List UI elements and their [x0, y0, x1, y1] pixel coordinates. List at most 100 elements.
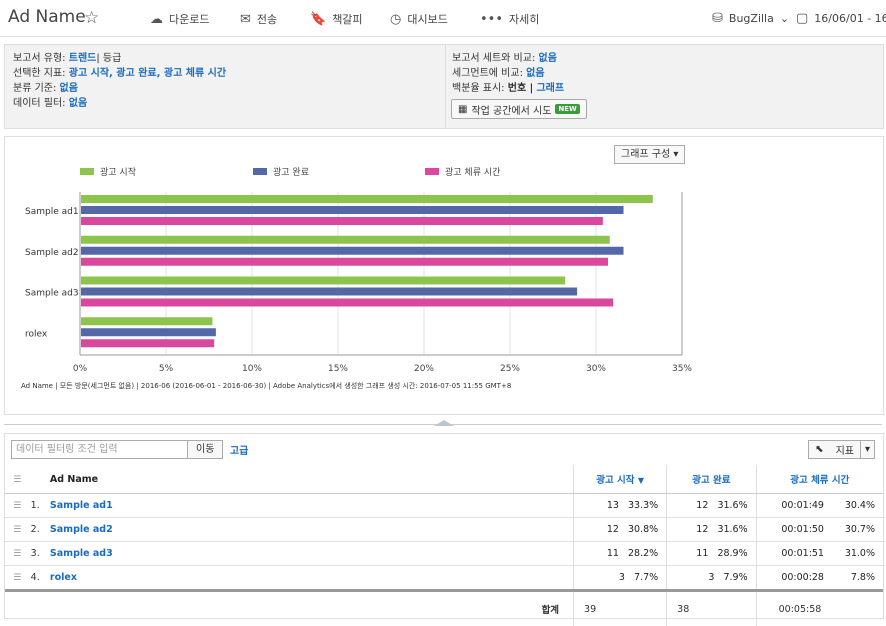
- legend-label: 광고 완료: [273, 166, 309, 178]
- compare-suite-row: 보고서 세트와 비교: 없음: [452, 51, 564, 66]
- x-tick-label: 5%: [159, 364, 174, 374]
- report-suite-selector[interactable]: ⛁BugZilla⌄: [712, 11, 789, 26]
- breakdown-row: 분류 기준: 없음: [13, 81, 226, 96]
- ad-complete-cell: 12 31.6%: [667, 518, 756, 542]
- table-row: ☰ 3.Sample ad3 11 28.2%11 28.9%00:01:5131.…: [5, 542, 883, 566]
- star-icon[interactable]: ☆: [84, 8, 99, 28]
- x-tick-label: 25%: [500, 364, 520, 374]
- ad-time-pct-cell: 30.7%: [832, 518, 883, 542]
- ad-time-pct-cell: 31.0%: [832, 542, 883, 566]
- category-label: Sample ad1: [25, 207, 79, 217]
- breakdown-icon[interactable]: ☰: [13, 475, 21, 485]
- report-info-panel: 보고서 유형: 트렌드| 등급 선택한 지표: 광고 시작, 광고 완료, 광고…: [4, 44, 884, 129]
- collapse-arrow-icon: [434, 420, 454, 426]
- calendar-icon: ▢: [796, 11, 808, 26]
- bookmark-button[interactable]: 🔖책갈피: [310, 11, 363, 27]
- total-ad-start: 39: [574, 591, 667, 626]
- row-breakdown-icon[interactable]: ☰: [13, 573, 21, 583]
- new-badge: NEW: [555, 104, 579, 114]
- bar: [81, 317, 212, 325]
- row-name-link[interactable]: Sample ad2: [50, 524, 113, 535]
- bar: [81, 217, 603, 225]
- x-tick-label: 10%: [242, 364, 262, 374]
- data-filter-row: 데이터 필터: 없음: [13, 96, 226, 111]
- ad-time-pct-cell: 7.8%: [832, 566, 883, 591]
- dashboard-icon: ◷: [390, 12, 401, 27]
- try-workspace-button[interactable]: ▦ 작업 공간에서 시도 NEW: [451, 99, 587, 119]
- legend-label: 광고 시작: [100, 166, 136, 178]
- dashboard-button[interactable]: ◷대시보드: [390, 11, 448, 27]
- chart-footnote: Ad Name | 모든 방문(세그먼트 없음) | 2016-06 (2016…: [21, 381, 511, 390]
- row-breakdown-icon[interactable]: ☰: [13, 549, 21, 559]
- col-header-ad-complete[interactable]: 광고 완료: [667, 465, 756, 494]
- data-table-panel: 데이터 필터링 조건 입력 이동 고급 ⬉ 지표 ▾ ☰ Ad Name 광고 …: [4, 433, 884, 619]
- table-row: ☰1.Sample ad113 33.3%12 31.6%00:01:4930.…: [5, 494, 883, 518]
- bar: [81, 277, 565, 285]
- date-range-selector[interactable]: ▢16/06/01 - 16/06/: [796, 11, 886, 26]
- total-ad-time: 00:05:58: [756, 591, 883, 626]
- report-info-left: 보고서 유형: 트렌드| 등급 선택한 지표: 광고 시작, 광고 완료, 광고…: [13, 51, 226, 111]
- total-ad-complete: 38: [667, 591, 756, 626]
- bar: [81, 339, 214, 347]
- row-breakdown-icon[interactable]: ☰: [13, 501, 21, 511]
- go-button[interactable]: 이동: [187, 440, 223, 459]
- row-index: 3.: [30, 542, 49, 566]
- report-header: Ad Name ☆ ☁다운로드 ✉전송 🔖책갈피 ◷대시보드 •••자세히 ⛁B…: [0, 0, 886, 37]
- send-button[interactable]: ✉전송: [240, 11, 277, 27]
- more-button[interactable]: •••자세히: [480, 11, 539, 27]
- page-title: Ad Name: [8, 7, 86, 27]
- metrics-button[interactable]: ⬉ 지표 ▾: [808, 440, 875, 459]
- category-label: Sample ad2: [25, 248, 79, 258]
- bar: [81, 206, 624, 214]
- ad-complete-cell: 3 7.9%: [667, 566, 756, 591]
- x-tick-label: 0%: [73, 364, 88, 374]
- ad-time-pct-cell: 30.4%: [832, 494, 883, 518]
- report-info-right: 보고서 세트와 비교: 없음 세그먼트에 비교: 없음 백분율 표시: 번호 |…: [452, 51, 564, 96]
- x-tick-label: 30%: [586, 364, 606, 374]
- bar: [81, 236, 610, 244]
- ad-start-cell: 12 30.8%: [574, 518, 667, 542]
- bar-chart: 광고 시작광고 완료광고 체류 시간0%5%10%15%20%25%30%35%…: [5, 137, 883, 414]
- row-name-link[interactable]: Sample ad1: [50, 500, 113, 511]
- total-label: 합계: [49, 591, 574, 626]
- bar: [81, 258, 608, 266]
- filter-input[interactable]: 데이터 필터링 조건 입력: [11, 440, 189, 459]
- category-label: rolex: [25, 329, 48, 339]
- legend-swatch: [253, 168, 267, 175]
- bar: [81, 247, 624, 255]
- ad-start-cell: 11 28.2%: [574, 542, 667, 566]
- panel-collapse-handle[interactable]: [4, 420, 882, 428]
- dropdown-arrow-icon[interactable]: ▾: [860, 441, 874, 458]
- ranked-table: ☰ Ad Name 광고 시작 ▼ 광고 완료 광고 체류 시간 ☰1.Samp…: [5, 465, 883, 626]
- total-row: 합계393800:05:58: [5, 591, 883, 626]
- download-button[interactable]: ☁다운로드: [150, 11, 209, 27]
- ad-time-cell: 00:00:28: [756, 566, 832, 591]
- advanced-link[interactable]: 고급: [230, 442, 248, 457]
- ad-time-cell: 00:01:51: [756, 542, 832, 566]
- ad-start-cell: 13 33.3%: [574, 494, 667, 518]
- table-header-row: ☰ Ad Name 광고 시작 ▼ 광고 완료 광고 체류 시간: [5, 465, 883, 494]
- ad-time-cell: 00:01:50: [756, 518, 832, 542]
- row-name-link[interactable]: rolex: [50, 572, 77, 583]
- ad-start-cell: 3 7.7%: [574, 566, 667, 591]
- database-icon: ⛁: [712, 11, 723, 26]
- more-icon: •••: [480, 12, 503, 27]
- bar: [81, 328, 216, 336]
- bookmark-icon: 🔖: [310, 12, 326, 27]
- ad-complete-cell: 11 28.9%: [667, 542, 756, 566]
- row-breakdown-icon[interactable]: ☰: [13, 525, 21, 535]
- compare-segment-row: 세그먼트에 비교: 없음: [452, 66, 564, 81]
- report-type-row: 보고서 유형: 트렌드| 등급: [13, 51, 226, 66]
- col-header-ad-start[interactable]: 광고 시작 ▼: [574, 465, 667, 494]
- cloud-download-icon: ☁: [150, 12, 163, 27]
- col-header-ad-time[interactable]: 광고 체류 시간: [756, 465, 883, 494]
- workspace-icon: ▦: [458, 104, 467, 115]
- table-row: ☰4.rolex3 7.7%3 7.9%00:00:287.8%: [5, 566, 883, 591]
- row-name-link[interactable]: Sample ad3: [50, 548, 113, 559]
- x-tick-label: 15%: [328, 364, 348, 374]
- bar: [81, 195, 653, 203]
- row-index: 1.: [30, 494, 49, 518]
- chart-panel: 그래프 구성 ▾ 광고 시작광고 완료광고 체류 시간0%5%10%15%20%…: [4, 136, 884, 415]
- selected-metrics-row: 선택한 지표: 광고 시작, 광고 완료, 광고 체류 시간: [13, 66, 226, 81]
- col-header-ad-name[interactable]: Ad Name: [49, 465, 574, 494]
